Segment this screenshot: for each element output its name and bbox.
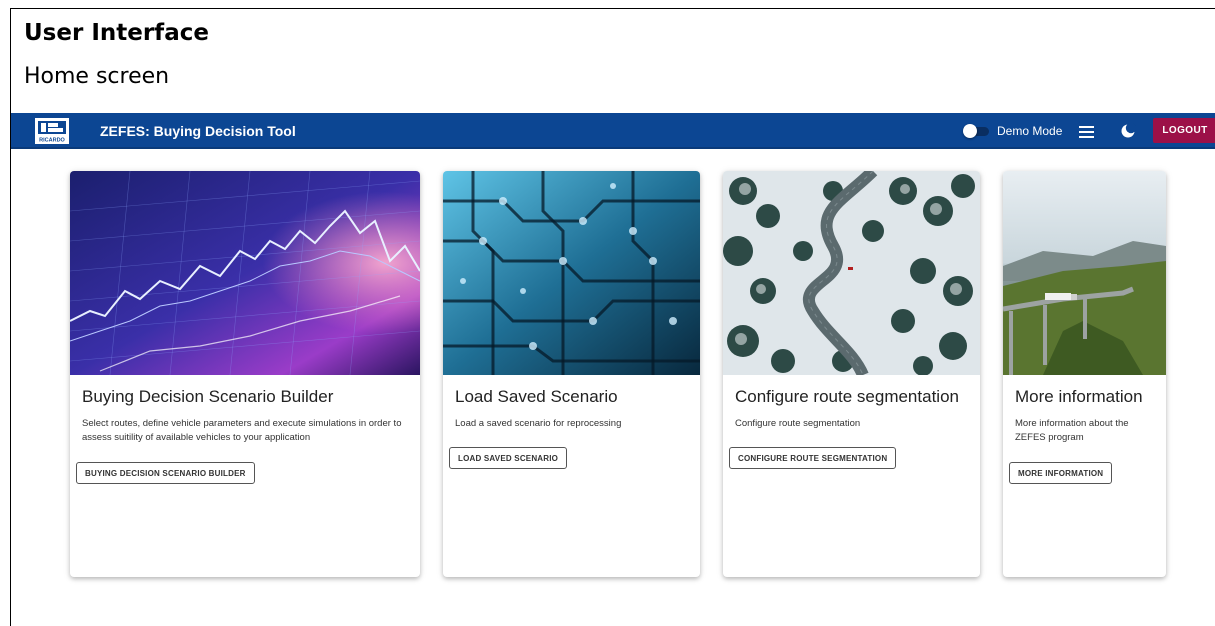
configure-route-segmentation-button[interactable]: CONFIGURE ROUTE SEGMENTATION: [729, 447, 897, 469]
card-description: Select routes, define vehicle parameters…: [82, 418, 402, 443]
truck-on-bridge-image: [1003, 171, 1166, 375]
circuit-board-image: [443, 171, 700, 375]
app-bar: RICARDO ZEFES: Buying Decision Tool Demo…: [11, 113, 1215, 149]
card-scenario-builder: Buying Decision Scenario Builder Select …: [70, 171, 420, 577]
ricardo-logo: RICARDO: [35, 118, 69, 144]
card-title: More information: [1015, 387, 1143, 406]
card-configure-route: Configure route segmentation Configure r…: [723, 171, 980, 577]
logo-text: RICARDO: [39, 138, 65, 144]
card-description: Load a saved scenario for reprocessing: [455, 418, 622, 429]
card-title: Configure route segmentation: [735, 387, 959, 406]
card-title: Load Saved Scenario: [455, 387, 618, 406]
card-load-saved-scenario: Load Saved Scenario Load a saved scenari…: [443, 171, 700, 577]
card-description: More information about the ZEFES program: [1015, 418, 1129, 443]
more-information-button[interactable]: MORE INFORMATION: [1009, 462, 1113, 484]
document-subheading: Home screen: [24, 64, 170, 89]
card-more-information: More information More information about …: [1003, 171, 1166, 577]
load-saved-scenario-button[interactable]: LOAD SAVED SCENARIO: [449, 447, 568, 469]
financial-chart-image: [70, 171, 420, 375]
demo-mode-label: Demo Mode: [997, 124, 1063, 138]
winding-road-forest-image: [723, 171, 980, 375]
app-title: ZEFES: Buying Decision Tool: [100, 123, 296, 139]
hamburger-menu-icon[interactable]: [1079, 125, 1094, 138]
toggle-knob: [963, 124, 977, 138]
document-heading: User Interface: [24, 20, 209, 46]
scenario-builder-button[interactable]: BUYING DECISION SCENARIO BUILDER: [76, 462, 255, 484]
moon-icon[interactable]: [1120, 122, 1137, 139]
card-title: Buying Decision Scenario Builder: [82, 387, 334, 406]
logout-button[interactable]: LOGOUT: [1153, 118, 1215, 143]
card-description: Configure route segmentation: [735, 418, 861, 429]
demo-mode-toggle[interactable]: [963, 124, 989, 138]
